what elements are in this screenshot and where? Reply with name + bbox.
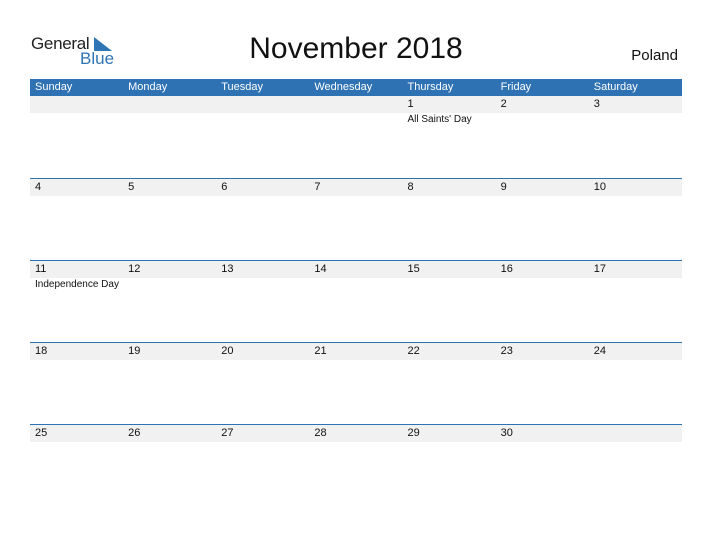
- date-row: 11 12 13 14 15 16 17: [30, 261, 682, 278]
- holiday-label: [123, 278, 216, 291]
- date-row: 25 26 27 28 29 30: [30, 425, 682, 442]
- day-number: 5: [128, 181, 135, 193]
- weekday-header: Sunday Monday Tuesday Wednesday Thursday…: [30, 79, 682, 96]
- week-row: 4 5 6 7 8 9 10: [30, 178, 682, 260]
- holiday-label: [309, 278, 402, 291]
- day-number: 13: [221, 263, 234, 275]
- week-row: 18 19 20 21 22 23 24: [30, 342, 682, 424]
- day-number: [589, 425, 682, 442]
- calendar-title: November 2018: [249, 32, 463, 65]
- holiday-label: [216, 278, 309, 291]
- weekday-saturday: Saturday: [593, 81, 638, 93]
- holiday-label: [496, 113, 589, 126]
- day-number: 22: [407, 345, 420, 357]
- day-number: 11: [35, 263, 47, 275]
- date-row: 4 5 6 7 8 9 10: [30, 179, 682, 196]
- holiday-label: [123, 113, 216, 126]
- day-number: 25: [35, 427, 48, 439]
- weekday-friday: Friday: [500, 81, 532, 93]
- day-number: 20: [221, 345, 234, 357]
- calendar-grid: Sunday Monday Tuesday Wednesday Thursday…: [30, 79, 682, 506]
- day-number: 26: [128, 427, 141, 439]
- week-row: 11 12 13 14 15 16 17 Independence Day: [30, 260, 682, 342]
- event-row: All Saints' Day: [30, 113, 682, 126]
- holiday-label: All Saints' Day: [407, 114, 472, 125]
- weekday-monday: Monday: [128, 81, 168, 93]
- day-number: 3: [593, 98, 600, 110]
- day-number: 14: [314, 263, 327, 275]
- day-number: 1: [407, 98, 414, 110]
- day-number: [216, 96, 309, 113]
- day-number: 29: [407, 427, 420, 439]
- day-number: 30: [500, 427, 513, 439]
- day-number: 28: [314, 427, 327, 439]
- weekday-tuesday: Tuesday: [221, 81, 264, 93]
- holiday-label: [216, 113, 309, 126]
- day-number: 19: [128, 345, 141, 357]
- day-number: 18: [35, 345, 48, 357]
- holiday-label: Independence Day: [35, 279, 119, 290]
- holiday-label: [403, 278, 496, 291]
- day-number: 23: [500, 345, 513, 357]
- day-number: 7: [314, 181, 321, 193]
- day-number: 4: [35, 181, 42, 193]
- day-number: 2: [500, 98, 507, 110]
- day-number: [30, 96, 123, 113]
- day-number: [123, 96, 216, 113]
- week-row: 1 2 3 All Saints' Day: [30, 96, 682, 178]
- holiday-label: [589, 278, 682, 291]
- holiday-label: [309, 113, 402, 126]
- day-number: 27: [221, 427, 234, 439]
- day-number: 12: [128, 263, 141, 275]
- holiday-label: [496, 278, 589, 291]
- day-number: 21: [314, 345, 327, 357]
- day-number: [309, 96, 402, 113]
- country-label: Poland: [631, 47, 678, 64]
- day-number: 10: [593, 181, 606, 193]
- holiday-label: [589, 113, 682, 126]
- day-number: 6: [221, 181, 228, 193]
- week-row: 25 26 27 28 29 30: [30, 424, 682, 506]
- weekday-thursday: Thursday: [407, 81, 454, 93]
- day-number: 17: [593, 263, 606, 275]
- day-number: 16: [500, 263, 513, 275]
- date-row: 18 19 20 21 22 23 24: [30, 343, 682, 360]
- weekday-sunday: Sunday: [35, 81, 73, 93]
- day-number: 15: [407, 263, 420, 275]
- day-number: 9: [500, 181, 507, 193]
- day-number: 8: [407, 181, 414, 193]
- day-number: 24: [593, 345, 606, 357]
- holiday-label: [30, 113, 123, 126]
- event-row: Independence Day: [30, 278, 682, 291]
- date-row: 1 2 3: [30, 96, 682, 113]
- weekday-wednesday: Wednesday: [314, 81, 373, 93]
